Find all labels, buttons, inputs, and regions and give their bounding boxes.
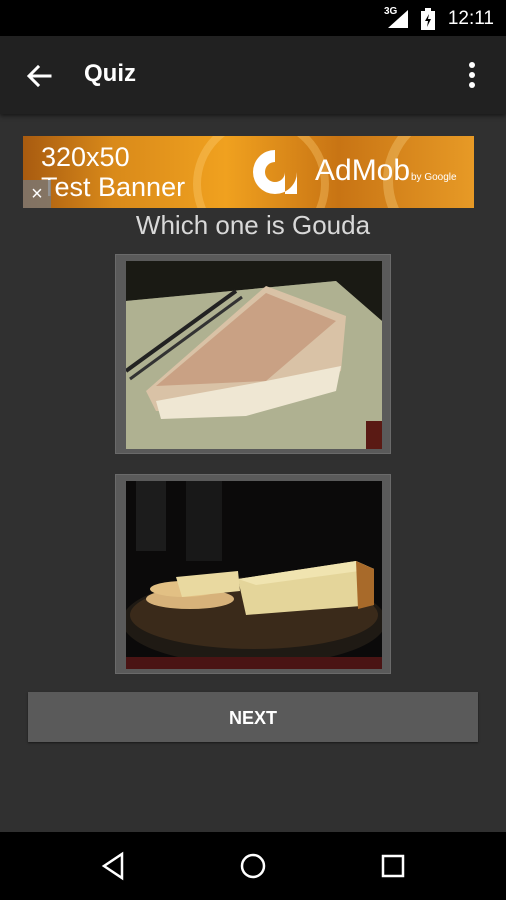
app-bar: Quiz: [0, 36, 506, 114]
status-bar: 3G 12:11: [0, 0, 506, 36]
ad-brand: AdMob: [315, 154, 411, 187]
more-vert-icon[interactable]: [460, 60, 484, 90]
ad-close-button[interactable]: ×: [23, 180, 51, 208]
clock: 12:11: [447, 8, 494, 29]
next-button[interactable]: NEXT: [28, 692, 478, 742]
ad-brand-sub: by Google: [411, 172, 457, 183]
cheese-block-image: [126, 481, 382, 669]
home-circle-icon[interactable]: [237, 850, 269, 882]
back-arrow-icon[interactable]: [24, 61, 54, 91]
ad-label-text: Test Banner: [41, 172, 186, 202]
cheese-wedge-image: [126, 261, 382, 449]
navigation-bar: [0, 832, 506, 900]
recents-square-icon[interactable]: [377, 850, 409, 882]
ad-size-text: 320x50: [41, 142, 130, 172]
quiz-question: Which one is Gouda: [135, 210, 371, 240]
battery-icon: [421, 8, 435, 30]
back-triangle-icon[interactable]: [98, 850, 130, 882]
signal-icon: [388, 10, 408, 28]
page-title: Quiz: [84, 60, 136, 87]
admob-logo-icon: [253, 150, 297, 194]
answer-choice-2[interactable]: [115, 474, 391, 674]
answer-choice-1[interactable]: [115, 254, 391, 454]
ad-banner[interactable]: 320x50 Test Banner × AdMob by Google: [23, 136, 474, 208]
